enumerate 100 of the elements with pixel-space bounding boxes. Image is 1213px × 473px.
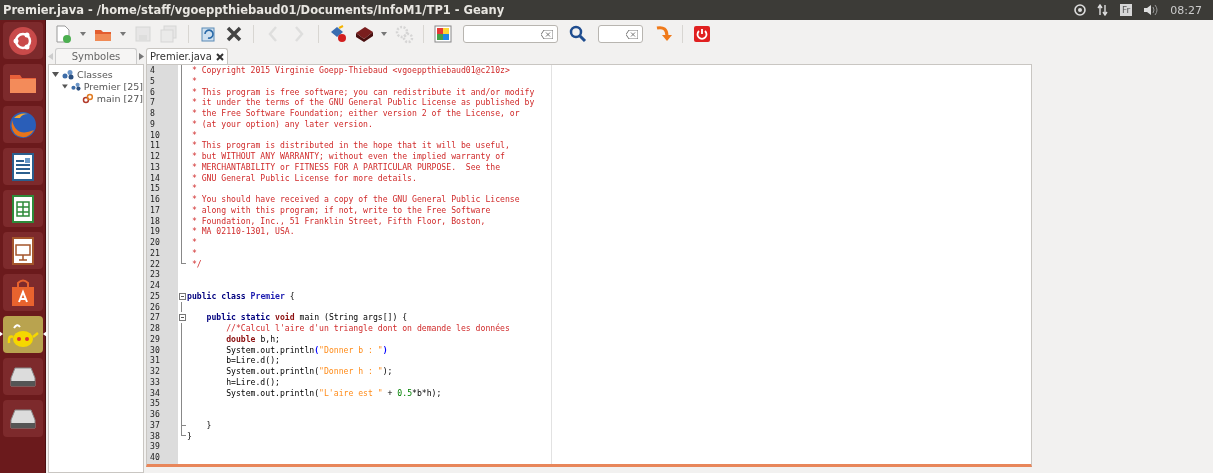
code-line: *: [190, 75, 197, 87]
code-line: *: [190, 129, 197, 141]
code-line: //*Calcul l'aire d'un triangle dont on demande les données: [225, 323, 510, 334]
line-number: 10: [149, 129, 161, 141]
line-number: 21: [149, 247, 161, 259]
line-number: 40: [149, 452, 161, 463]
line-number: 13: [149, 161, 161, 173]
code-line: b=Lire.d();: [225, 355, 280, 366]
sidebar-tab[interactable]: Symboles: [55, 48, 137, 64]
code-line: * along with this program; if not, write to the Free Software: [190, 204, 491, 216]
line-number: 14: [149, 172, 161, 184]
clear-field-icon[interactable]: [541, 29, 553, 39]
launcher-item[interactable]: [2, 400, 43, 437]
line-number: 35: [149, 398, 161, 409]
scroll-right-icon[interactable]: [139, 52, 144, 60]
close-icon: [224, 24, 244, 44]
expander-icon[interactable]: [52, 70, 59, 78]
class-icon: [70, 80, 81, 92]
keyboard-layout-badge[interactable]: Fr: [1120, 4, 1133, 16]
code-line: * GNU General Public License for more details.: [190, 172, 417, 184]
expander-icon[interactable]: [62, 82, 68, 90]
line-number: 7: [149, 97, 156, 108]
close-tab-icon[interactable]: [215, 52, 224, 61]
launcher-item[interactable]: [2, 232, 43, 269]
save-icon: [133, 24, 153, 44]
launcher-item[interactable]: [2, 274, 43, 311]
sync-icon[interactable]: [1074, 4, 1087, 16]
line-number: 33: [149, 376, 161, 388]
code-line: * (at your option) any later version.: [190, 118, 373, 130]
line-number: 37: [149, 419, 161, 431]
document-tab[interactable]: Premier.java: [146, 48, 228, 64]
line-number: 4: [149, 65, 156, 76]
code-line: h=Lire.d();: [225, 376, 280, 388]
symbol-tree-item[interactable]: Classes: [77, 68, 113, 80]
clear-field-icon[interactable]: [626, 29, 638, 39]
code-line: *: [190, 247, 197, 259]
gears-icon: [394, 24, 414, 44]
code-line: }: [205, 419, 212, 431]
line-number: 5: [149, 75, 156, 87]
code-line: public static void main (String args[]) {: [205, 312, 408, 323]
code-line: }: [187, 430, 192, 442]
line-number: 30: [149, 344, 161, 356]
line-number: 19: [149, 226, 161, 237]
volume-icon[interactable]: [1143, 4, 1160, 16]
line-number-field[interactable]: [598, 25, 643, 43]
line-number: 34: [149, 387, 161, 399]
line-number: 32: [149, 366, 161, 377]
window-title: Premier.java - /home/staff/vgoeppthiebaud01/Documents/InfoM1/TP1 - Geany: [3, 3, 506, 17]
symbol-tree-item[interactable]: main [27]: [96, 92, 143, 104]
brick-icon: [354, 24, 374, 44]
code-line: System.out.println("Donner b : "): [225, 344, 388, 356]
line-number: 22: [149, 258, 161, 270]
fold-toggle-icon[interactable]: [179, 292, 186, 300]
color-palette-button[interactable]: [431, 23, 455, 45]
code-line: public class Premier {: [187, 290, 295, 302]
line-number: 18: [149, 215, 161, 227]
line-number: 38: [149, 430, 161, 442]
line-number: 36: [149, 409, 161, 420]
network-arrows-icon[interactable]: [1097, 4, 1110, 16]
line-number: 31: [149, 355, 161, 366]
code-line: System.out.println("L'aire est " + 0.5*b*h);: [225, 387, 442, 399]
symbol-tree-item[interactable]: Premier [25]: [83, 80, 143, 92]
code-line: * Foundation, Inc., 51 Franklin Street, Fifth Floor, Boston,: [190, 215, 486, 227]
new-file-icon: [53, 24, 73, 44]
line-number: 27: [149, 312, 161, 323]
launcher-item[interactable]: [2, 148, 43, 185]
search-icon: [568, 24, 588, 44]
reload-document-icon: [198, 24, 218, 44]
launcher-item[interactable]: [2, 22, 43, 59]
code-line: * MA 02110-1301, USA.: [190, 226, 295, 237]
launcher-item[interactable]: [2, 64, 43, 101]
code-line: */: [190, 258, 202, 270]
code-line: *: [190, 237, 197, 248]
code-line: * but WITHOUT ANY WARRANTY; without even the implied warranty of: [190, 151, 505, 162]
clock[interactable]: 08:27: [1170, 3, 1202, 17]
line-number: 8: [149, 108, 156, 119]
class-icon: [62, 68, 74, 80]
line-number: 28: [149, 323, 161, 334]
line-number: 26: [149, 301, 161, 313]
line-number: 29: [149, 333, 161, 345]
caret-icon: [381, 32, 387, 36]
line-number: 15: [149, 183, 161, 194]
line-number: 17: [149, 204, 161, 216]
caret-icon: [80, 32, 86, 36]
code-line: * This program is free software; you can redistribute it and/or modify: [190, 86, 535, 98]
code-line: System.out.println("Donner h : ");: [225, 366, 393, 377]
line-number: 9: [149, 118, 156, 130]
code-line: * MERCHANTABILITY or FITNESS FOR A PARTICULAR PURPOSE. See the: [190, 161, 501, 173]
line-number: 16: [149, 194, 161, 205]
search-field[interactable]: [463, 25, 558, 43]
caret-icon: [120, 32, 126, 36]
fold-toggle-icon[interactable]: [179, 314, 186, 322]
line-number: 25: [149, 290, 161, 302]
launcher-item[interactable]: [2, 190, 43, 227]
save-all-icon: [159, 24, 179, 44]
method-icon: [81, 92, 94, 104]
launcher-item[interactable]: [2, 358, 43, 395]
code-line: * You should have received a copy of the GNU General Public License: [190, 194, 520, 205]
code-line: *: [190, 183, 197, 194]
code-line: * This program is distributed in the hope that it will be useful,: [190, 140, 510, 151]
